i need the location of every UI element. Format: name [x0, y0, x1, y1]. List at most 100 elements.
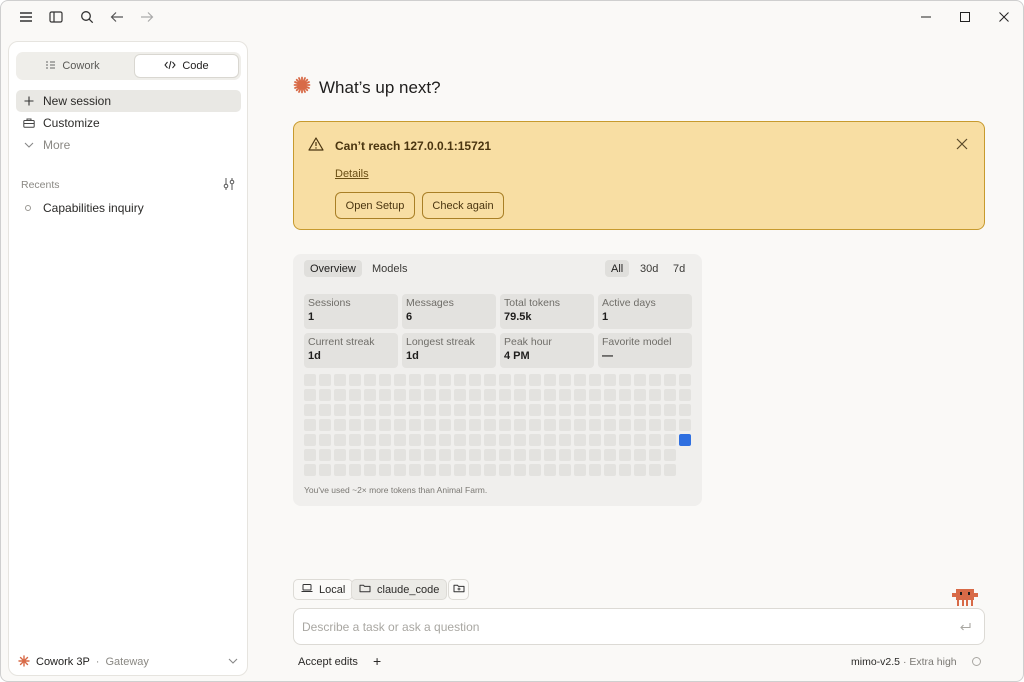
heatmap-cell	[559, 419, 571, 431]
heatmap-cell	[679, 374, 691, 386]
sidebar-item-new-session[interactable]: New session	[16, 90, 241, 112]
stat-card-current-streak: Current streak 1d	[304, 333, 398, 368]
heatmap-cell	[409, 449, 421, 461]
maximize-icon[interactable]	[955, 7, 975, 27]
heatmap-cell	[544, 419, 556, 431]
stat-card-longest-streak: Longest streak 1d	[402, 333, 496, 368]
account-sub: Gateway	[105, 656, 149, 668]
heatmap-cell	[649, 374, 661, 386]
heatmap-cell	[424, 449, 436, 461]
sidebar-item-customize[interactable]: Customize	[16, 112, 241, 134]
local-env-chip[interactable]: Local	[293, 579, 354, 600]
heatmap-cell	[604, 464, 616, 476]
heatmap-cell	[649, 404, 661, 416]
connection-alert: Can’t reach 127.0.0.1:15721 Details Open…	[293, 121, 985, 230]
heatmap-cell	[604, 404, 616, 416]
laptop-icon	[301, 583, 313, 596]
back-arrow-icon[interactable]	[108, 8, 126, 26]
accept-edits-button[interactable]: Accept edits	[298, 656, 358, 668]
tab-models[interactable]: Models	[366, 260, 413, 277]
heatmap-cell	[484, 404, 496, 416]
add-folder-button[interactable]	[448, 579, 469, 600]
heatmap-cell	[409, 464, 421, 476]
heatmap-cell	[634, 404, 646, 416]
model-selector[interactable]: mimo-v2.5 · Extra high	[851, 656, 957, 668]
heatmap-cell-active	[679, 434, 691, 446]
effort-level: Extra high	[909, 656, 957, 668]
recent-item-label: Capabilities inquiry	[43, 201, 144, 215]
heatmap-cell	[589, 404, 601, 416]
close-icon[interactable]	[956, 138, 968, 153]
greeting-text: What’s up next?	[319, 77, 441, 97]
heatmap-cell	[409, 434, 421, 446]
minimize-icon[interactable]	[916, 7, 936, 27]
account-separator: ·	[95, 656, 100, 668]
forward-arrow-icon[interactable]	[138, 8, 156, 26]
enter-icon[interactable]	[959, 621, 971, 635]
heatmap-cell	[574, 449, 586, 461]
heatmap-cell	[619, 404, 631, 416]
heatmap-cell	[394, 419, 406, 431]
stat-card-messages: Messages 6	[402, 294, 496, 329]
heatmap-cell	[514, 464, 526, 476]
mode-switch: Cowork Code	[16, 52, 241, 80]
heatmap-cell	[574, 374, 586, 386]
heatmap-cell	[619, 374, 631, 386]
heatmap-cell	[529, 434, 541, 446]
task-input[interactable]	[302, 618, 942, 636]
heatmap-cell	[589, 419, 601, 431]
heatmap-cell	[349, 374, 361, 386]
chevron-down-icon	[228, 655, 238, 667]
cowork-mode-button[interactable]: Cowork	[20, 54, 125, 78]
recent-item[interactable]: Capabilities inquiry	[16, 197, 241, 219]
heatmap-cell	[364, 404, 376, 416]
sidebar-item-more[interactable]: More	[16, 134, 241, 156]
menu-icon[interactable]	[17, 8, 35, 26]
heatmap-cell	[634, 374, 646, 386]
heatmap-cell	[364, 449, 376, 461]
heatmap-cell	[334, 389, 346, 401]
heatmap-cell	[424, 464, 436, 476]
heatmap-cell	[604, 389, 616, 401]
heatmap-cell	[544, 434, 556, 446]
details-link[interactable]: Details	[335, 168, 369, 180]
heatmap-cell	[604, 449, 616, 461]
stat-card-total-tokens: Total tokens 79.5k	[500, 294, 594, 329]
stat-value: 1d	[308, 350, 321, 362]
heatmap-cell	[454, 449, 466, 461]
range-30d[interactable]: 30d	[634, 260, 664, 277]
sidebar-toggle-icon[interactable]	[47, 8, 65, 26]
stat-label: Total tokens	[504, 297, 561, 309]
heatmap-cell	[664, 449, 676, 461]
range-7d[interactable]: 7d	[667, 260, 691, 277]
open-setup-button[interactable]: Open Setup	[335, 192, 415, 219]
check-again-button[interactable]: Check again	[422, 192, 504, 219]
heatmap-cell	[319, 419, 331, 431]
filter-icon[interactable]	[222, 177, 236, 191]
heatmap-cell	[499, 434, 511, 446]
account-switcher[interactable]: Cowork 3P · Gateway	[18, 653, 238, 671]
heatmap-cell	[499, 419, 511, 431]
model-name: mimo-v2.5	[851, 656, 901, 668]
search-icon[interactable]	[78, 8, 96, 26]
code-mode-button[interactable]: Code	[134, 54, 239, 78]
heatmap-cell	[364, 464, 376, 476]
heatmap-cell	[484, 419, 496, 431]
heatmap-cell	[454, 374, 466, 386]
heatmap-cell	[634, 419, 646, 431]
folder-chip[interactable]: claude_code	[351, 579, 448, 600]
add-button[interactable]: +	[373, 653, 381, 669]
folder-plus-icon	[453, 583, 465, 596]
heatmap-cell	[604, 434, 616, 446]
close-window-icon[interactable]	[994, 7, 1014, 27]
heatmap-cell	[559, 464, 571, 476]
heatmap-cell	[574, 404, 586, 416]
heatmap-cell	[544, 374, 556, 386]
heatmap-cell	[349, 434, 361, 446]
heatmap-cell	[604, 374, 616, 386]
range-all[interactable]: All	[605, 260, 630, 277]
sidebar-item-label: New session	[43, 94, 112, 108]
tab-overview[interactable]: Overview	[304, 260, 362, 277]
heatmap-cell	[664, 389, 676, 401]
heatmap-cell	[454, 389, 466, 401]
